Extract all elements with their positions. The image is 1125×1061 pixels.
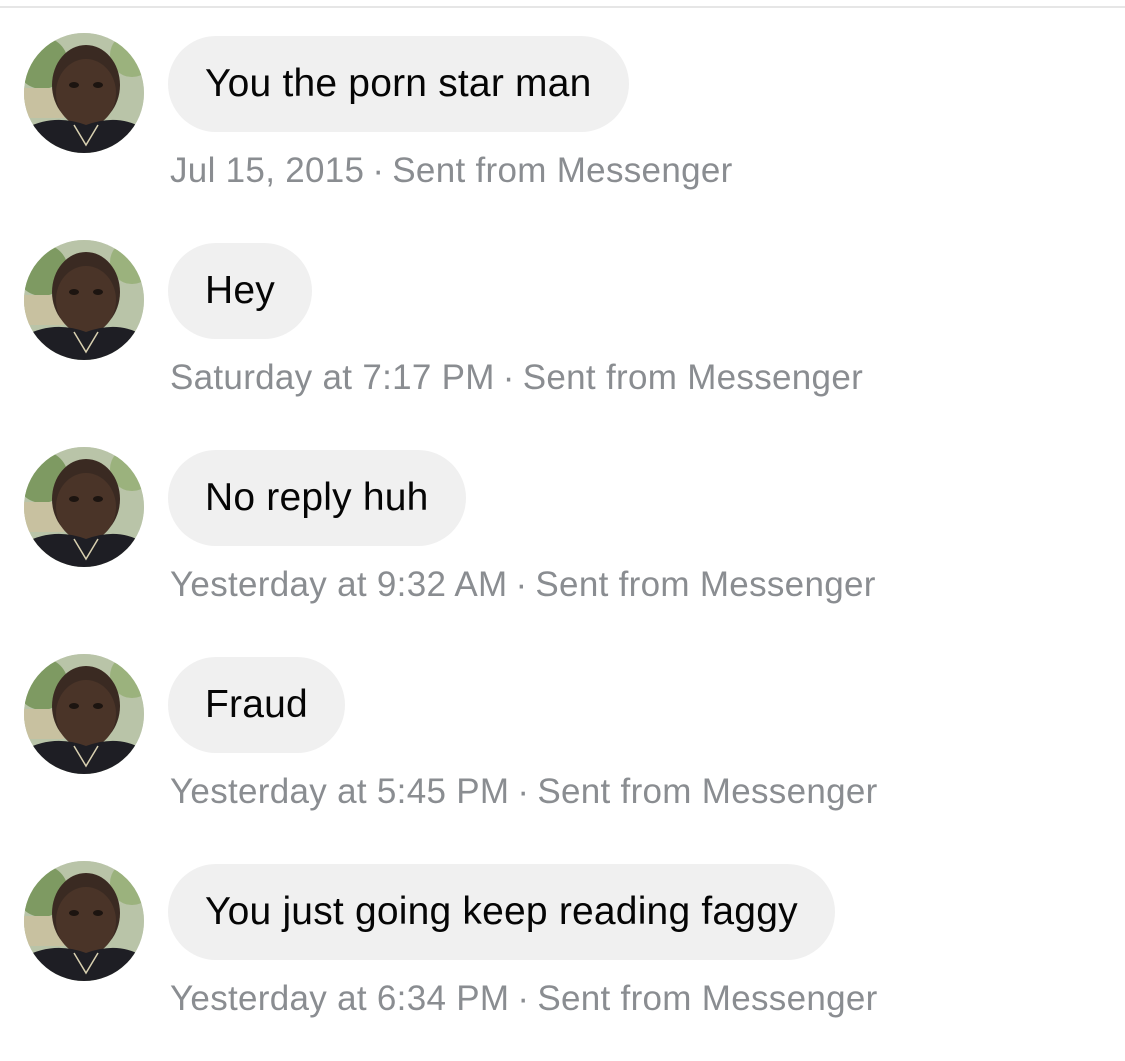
sender-avatar[interactable] — [24, 33, 144, 153]
message-meta: Jul 15, 2015 · Sent from Messenger — [170, 151, 733, 191]
message-row: Hey Saturday at 7:17 PM · Sent from Messen… — [0, 240, 1125, 440]
message-meta: Yesterday at 9:32 AM · Sent from Messenger — [170, 565, 876, 605]
message-timestamp: Saturday at 7:17 PM — [170, 358, 495, 397]
avatar-photo-icon — [24, 861, 144, 981]
message-bubble[interactable]: You just going keep reading faggy — [168, 864, 835, 960]
message-text: No reply huh — [205, 476, 429, 519]
sender-avatar[interactable] — [24, 240, 144, 360]
message-timestamp: Jul 15, 2015 — [170, 151, 365, 190]
message-meta: Yesterday at 6:34 PM · Sent from Messenger — [170, 979, 878, 1019]
meta-separator: · — [517, 772, 530, 811]
avatar-photo-icon — [24, 240, 144, 360]
message-bubble[interactable]: No reply huh — [168, 450, 466, 546]
message-source: Sent from Messenger — [537, 772, 878, 811]
message-meta: Saturday at 7:17 PM · Sent from Messenger — [170, 358, 863, 398]
meta-separator: · — [502, 358, 515, 397]
message-source: Sent from Messenger — [535, 565, 876, 604]
message-source: Sent from Messenger — [522, 358, 864, 397]
message-text: Fraud — [205, 683, 308, 726]
meta-separator: · — [515, 565, 528, 604]
message-source: Sent from Messenger — [392, 151, 733, 190]
message-timestamp: Yesterday at 9:32 AM — [170, 565, 508, 604]
message-bubble[interactable]: Fraud — [168, 657, 345, 753]
message-bubble[interactable]: You the porn star man — [168, 36, 629, 132]
avatar-photo-icon — [24, 654, 144, 774]
message-row: Fraud Yesterday at 5:45 PM · Sent from Mes… — [0, 654, 1125, 854]
message-bubble[interactable]: Hey — [168, 243, 312, 339]
meta-separator: · — [372, 151, 385, 190]
sender-avatar[interactable] — [24, 447, 144, 567]
sender-avatar[interactable] — [24, 861, 144, 981]
message-text: You the porn star man — [205, 62, 592, 105]
message-timestamp: Yesterday at 6:34 PM — [170, 979, 510, 1018]
message-source: Sent from Messenger — [537, 979, 878, 1018]
message-row: You the porn star man Jul 15, 2015 · Sent … — [0, 33, 1125, 233]
message-row: No reply huh Yesterday at 9:32 AM · Sent f… — [0, 447, 1125, 647]
meta-separator: · — [517, 979, 530, 1018]
message-thread: You the porn star man Jul 15, 2015 · Sent … — [0, 0, 1125, 1033]
message-text: You just going keep reading faggy — [205, 890, 798, 933]
message-text: Hey — [205, 269, 275, 312]
message-row: You just going keep reading faggy Yester… — [0, 861, 1125, 1061]
sender-avatar[interactable] — [24, 654, 144, 774]
message-meta: Yesterday at 5:45 PM · Sent from Messenger — [170, 772, 878, 812]
avatar-photo-icon — [24, 33, 144, 153]
message-timestamp: Yesterday at 5:45 PM — [170, 772, 510, 811]
avatar-photo-icon — [24, 447, 144, 567]
